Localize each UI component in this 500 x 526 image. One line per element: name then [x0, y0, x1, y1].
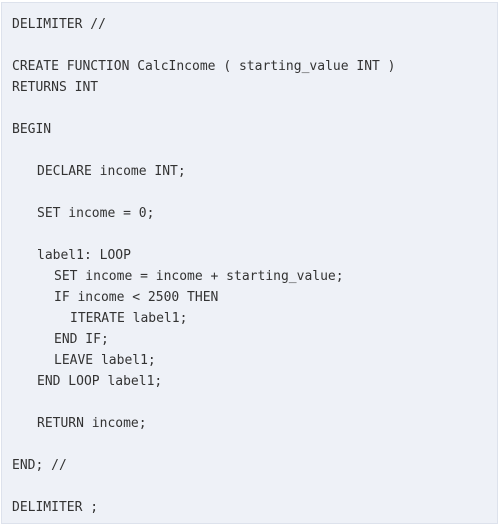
code-line: ITERATE label1;	[70, 311, 188, 326]
code-line: DELIMITER ;	[12, 500, 99, 515]
code-line: BEGIN	[12, 122, 52, 137]
code-line: DECLARE income INT;	[37, 164, 186, 179]
code-line: RETURN income;	[37, 416, 147, 431]
code-line: IF income < 2500 THEN	[54, 290, 219, 305]
code-line: END; //	[12, 458, 67, 473]
code-line: END IF;	[54, 332, 109, 347]
code-line: SET income = income + starting_value;	[54, 269, 344, 284]
code-line: CREATE FUNCTION CalcIncome ( starting_va…	[12, 59, 396, 74]
code-line: LEAVE label1;	[54, 353, 156, 368]
code-line: END LOOP label1;	[37, 374, 163, 389]
code-line: SET income = 0;	[37, 206, 155, 221]
code-block: DELIMITER // CREATE FUNCTION CalcIncome …	[1, 2, 498, 524]
code-line: RETURNS INT	[12, 80, 99, 95]
code-line: DELIMITER //	[12, 17, 106, 32]
code-line: label1: LOOP	[37, 248, 131, 263]
